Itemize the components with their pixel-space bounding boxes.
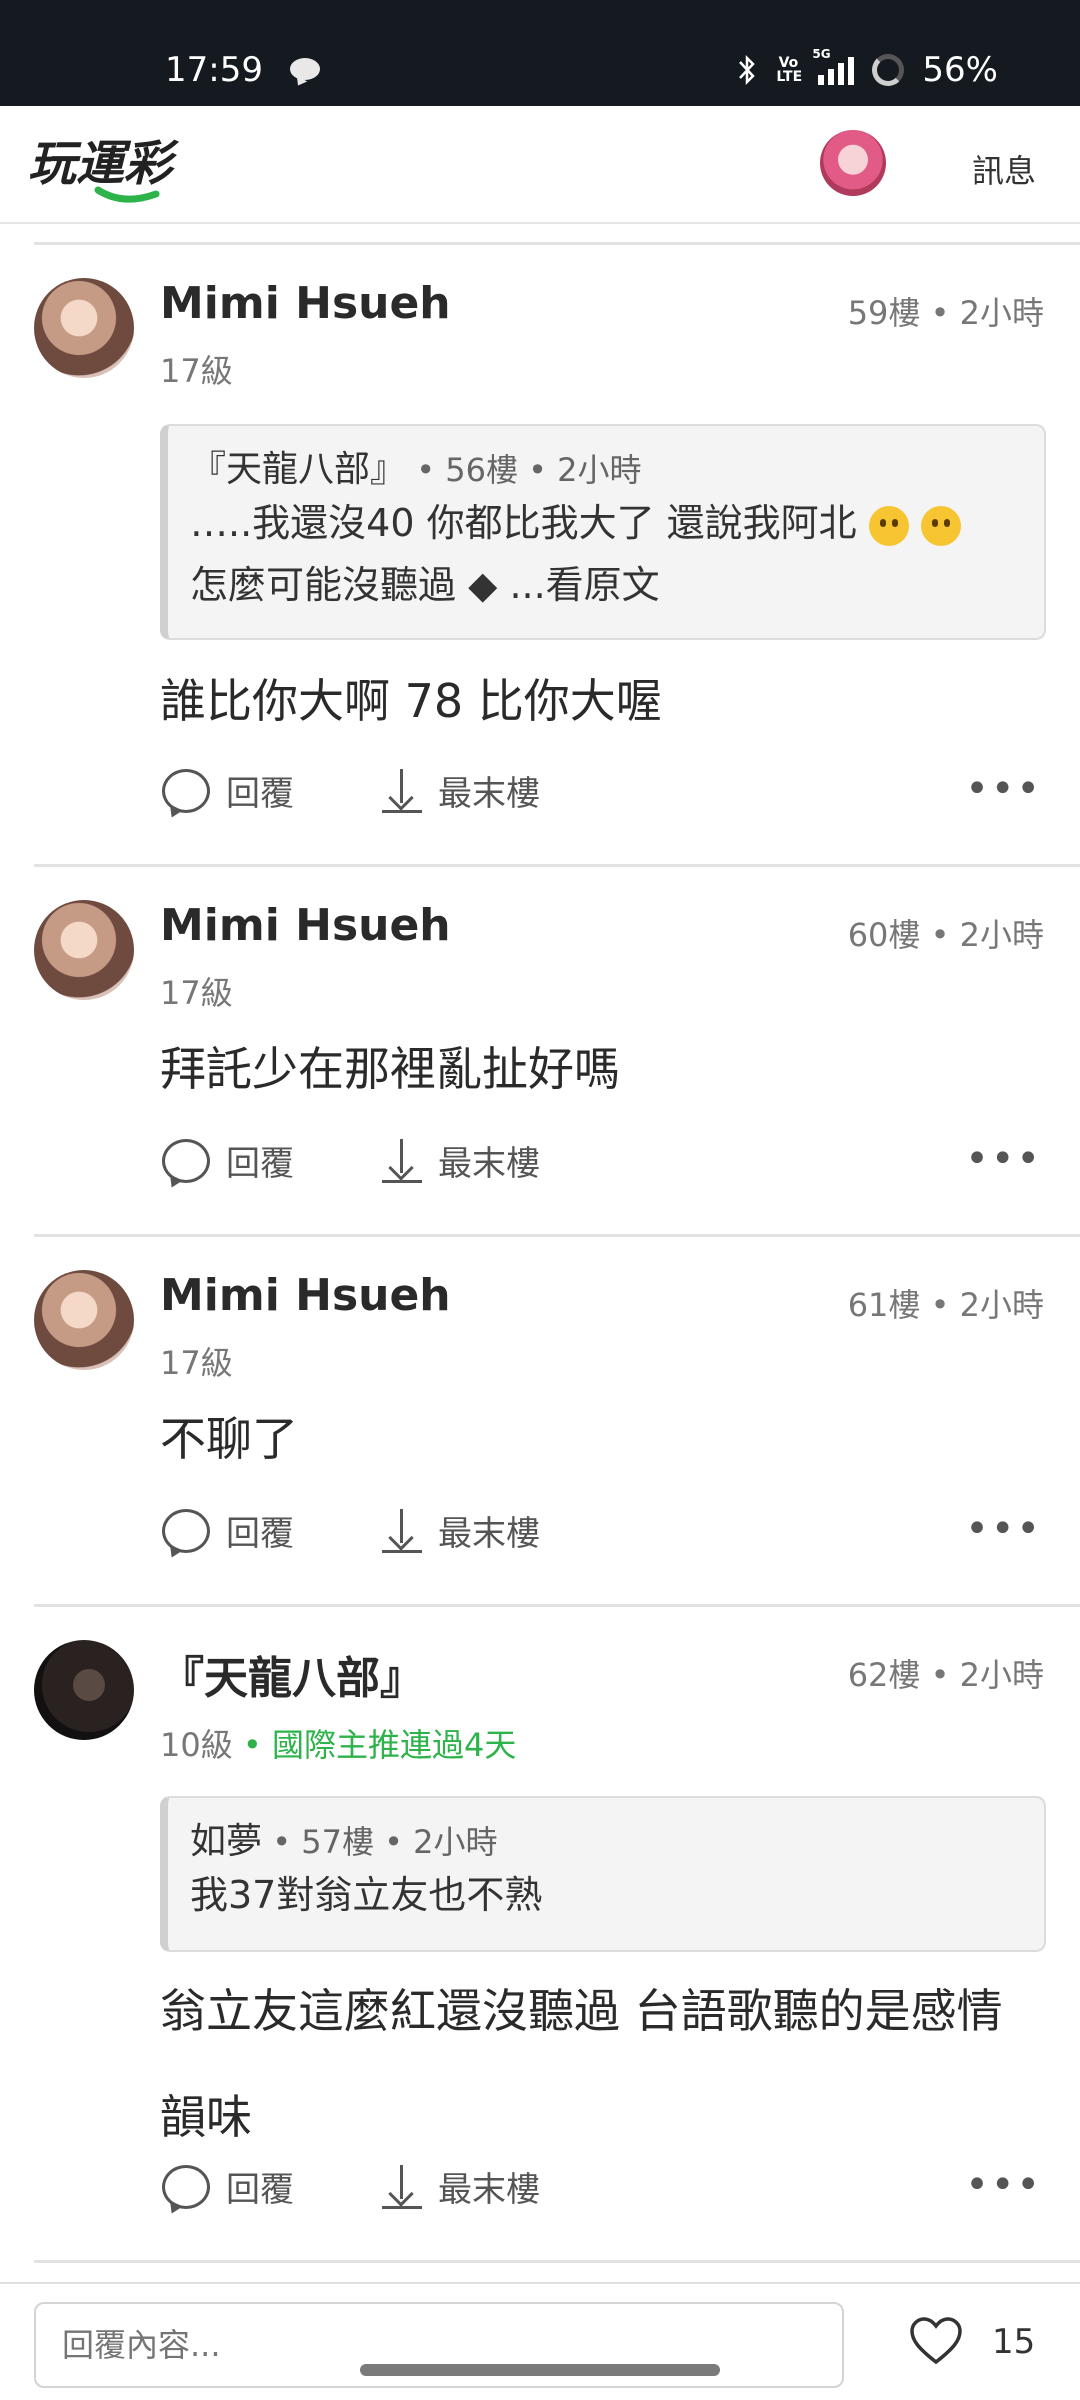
speech-bubble-icon (162, 1138, 210, 1183)
user-avatar[interactable] (820, 130, 886, 196)
comment-actions: 回覆 最末樓 ••• (160, 766, 1046, 826)
download-arrow-icon (382, 767, 422, 815)
quoted-comment[interactable]: 如夢 • 57樓 • 2小時 我37對翁立友也不熟 (160, 1796, 1046, 1952)
last-floor-label: 最末樓 (438, 2170, 540, 2210)
volte-icon: Vo LTE (776, 55, 803, 85)
avatar[interactable] (34, 1640, 134, 1740)
unknown-char-icon: ◆ (468, 563, 498, 607)
melting-face-emoji-icon (920, 505, 961, 546)
more-options-icon[interactable]: ••• (965, 2165, 1042, 2205)
floor-time: 59樓 • 2小時 (847, 294, 1044, 332)
quote-header: 『天龍八部』 • 56樓 • 2小時 (190, 440, 1022, 492)
reply-label: 回覆 (226, 1514, 294, 1554)
last-floor-button[interactable]: 最末樓 (382, 766, 540, 815)
username[interactable]: Mimi Hsueh (160, 900, 451, 951)
divider (34, 864, 1080, 867)
comment-text: 拜託少在那裡亂扯好嗎 (160, 1042, 620, 1096)
network-type: 5G (812, 47, 831, 61)
bluetooth-icon (739, 54, 756, 86)
divider (34, 1234, 1080, 1237)
last-floor-button[interactable]: 最末樓 (382, 1506, 540, 1555)
user-level: 17級 (160, 1344, 233, 1382)
avatar[interactable] (34, 278, 134, 378)
more-options-icon[interactable]: ••• (965, 769, 1042, 809)
user-level-value: 10級 (160, 1726, 233, 1764)
comment-text: 誰比你大啊 78 比你大喔 (160, 674, 662, 728)
reply-button[interactable]: 回覆 (162, 1506, 294, 1555)
quote-meta: • 57樓 • 2小時 (272, 1823, 498, 1861)
reply-button[interactable]: 回覆 (162, 2162, 294, 2211)
download-arrow-icon (382, 2163, 422, 2211)
speech-bubble-icon (162, 2164, 210, 2209)
reply-label: 回覆 (226, 774, 294, 814)
last-floor-button[interactable]: 最末樓 (382, 2162, 540, 2211)
chat-icon (290, 58, 320, 80)
quote-line-1: 我37對翁立友也不熟 (190, 1873, 543, 1917)
more-options-icon[interactable]: ••• (965, 1139, 1042, 1179)
logo-text: 玩運彩 (28, 136, 179, 192)
last-floor-label: 最末樓 (438, 774, 540, 814)
quote-line-1: …..我還沒40 你都比我大了 還說我阿北 (190, 501, 857, 545)
reply-label: 回覆 (226, 2170, 294, 2210)
like-count: 15 (992, 2322, 1036, 2362)
view-original-link[interactable]: ...看原文 (509, 563, 659, 607)
reply-button[interactable]: 回覆 (162, 1136, 294, 1185)
comment-actions: 回覆 最末樓 ••• (160, 1506, 1046, 1566)
melting-face-emoji-icon (868, 505, 909, 546)
divider (34, 2260, 1080, 2263)
download-arrow-icon (382, 1507, 422, 1555)
quote-author: 『天龍八部』 (190, 449, 407, 490)
user-level: 10級 • 國際主推連過4天 (160, 1720, 516, 1766)
app-header: 玩運彩 訊息 (0, 106, 1080, 224)
floor-time: 62樓 • 2小時 (847, 1656, 1044, 1694)
battery-percent: 56% (922, 50, 998, 90)
quote-header: 如夢 • 57樓 • 2小時 (190, 1812, 1022, 1864)
more-options-icon[interactable]: ••• (965, 1509, 1042, 1549)
reply-bar: 15 (0, 2282, 1080, 2400)
comment-text: 翁立友這麼紅還沒聽過 台語歌聽的是感情韻味 (160, 1984, 1003, 2144)
avatar[interactable] (34, 1270, 134, 1370)
quote-body: 我37對翁立友也不熟 (190, 1864, 1022, 1926)
last-floor-label: 最末樓 (438, 1144, 540, 1184)
status-time: 17:59 (165, 50, 263, 90)
quote-body: …..我還沒40 你都比我大了 還說我阿北 怎麼可能沒聽過 ◆ ...看原文 (190, 492, 1022, 616)
quote-line-2: 怎麼可能沒聽過 (190, 563, 457, 607)
floor-time: 61樓 • 2小時 (847, 1286, 1044, 1324)
floor-time: 60樓 • 2小時 (847, 916, 1044, 954)
speech-bubble-icon (162, 768, 210, 813)
comment-actions: 回覆 最末樓 ••• (160, 2162, 1046, 2222)
avatar[interactable] (34, 900, 134, 1000)
quote-author: 如夢 (190, 1821, 263, 1862)
quote-meta: • 56樓 • 2小時 (416, 451, 642, 489)
battery-icon (872, 54, 905, 86)
comment-text: 不聊了 (160, 1412, 298, 1466)
speech-bubble-icon (162, 1508, 210, 1553)
user-level: 17級 (160, 974, 233, 1012)
user-level: 17級 (160, 352, 233, 390)
heart-icon[interactable] (908, 2314, 964, 2370)
quoted-comment[interactable]: 『天龍八部』 • 56樓 • 2小時 …..我還沒40 你都比我大了 還說我阿北… (160, 424, 1046, 640)
status-bar: 17:59 Vo LTE 5G 56% (0, 0, 1080, 106)
last-floor-label: 最末樓 (438, 1514, 540, 1554)
divider (34, 242, 1080, 245)
app-logo[interactable]: 玩運彩 (28, 128, 228, 208)
streak-badge: • 國際主推連過4天 (242, 1726, 517, 1764)
divider (34, 1604, 1080, 1607)
username[interactable]: Mimi Hsueh (160, 1270, 451, 1321)
home-indicator[interactable] (360, 2364, 720, 2376)
reply-label: 回覆 (226, 1144, 294, 1184)
signal-icon: 5G (812, 47, 855, 85)
username[interactable]: 『天龍八部』 (160, 1642, 424, 1706)
reply-button[interactable]: 回覆 (162, 766, 294, 815)
status-icons: Vo LTE 5G 56% (736, 47, 998, 90)
last-floor-button[interactable]: 最末樓 (382, 1136, 540, 1185)
download-arrow-icon (382, 1137, 422, 1185)
username[interactable]: Mimi Hsueh (160, 278, 451, 329)
comment-actions: 回覆 最末樓 ••• (160, 1136, 1046, 1196)
messages-link[interactable]: 訊息 (972, 146, 1036, 192)
